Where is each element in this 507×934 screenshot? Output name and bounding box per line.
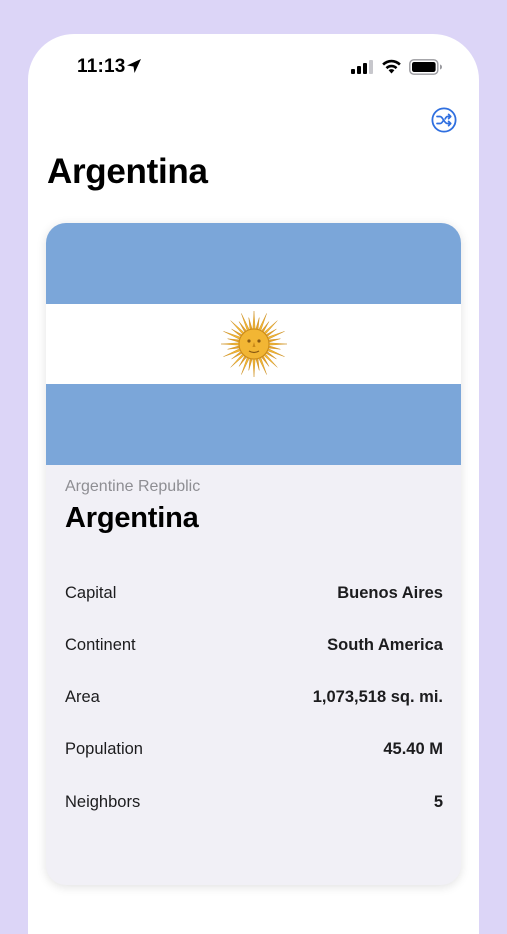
sun-ray: [267, 345, 281, 350]
info-label: Capital: [65, 584, 117, 602]
info-row-area: Area 1,073,518 sq. mi.: [65, 688, 443, 712]
shuffle-icon: [436, 113, 452, 127]
shuffle-button[interactable]: [431, 107, 457, 133]
info-label: Continent: [65, 636, 136, 654]
sun-ray: [255, 317, 260, 331]
country-flag: [46, 223, 461, 465]
info-value: 45.40 M: [383, 740, 443, 758]
sun-ray: [267, 338, 281, 343]
info-value: 5: [433, 793, 443, 811]
sun-ray: [252, 357, 256, 378]
sun-ray: [257, 356, 267, 375]
page-title: Argentina: [47, 152, 208, 191]
sun-ray: [257, 313, 267, 332]
info-row-population: Population 45.40 M: [65, 740, 443, 764]
status-time: 11:13: [77, 56, 126, 77]
info-row-continent: Continent South America: [65, 636, 443, 660]
info-label: Area: [65, 688, 100, 706]
flag-band-top: [46, 223, 461, 304]
sun-ray: [248, 317, 253, 331]
sun-ray: [223, 331, 242, 341]
sun-ray: [241, 313, 251, 332]
official-country-name: Argentine Republic: [65, 478, 201, 495]
info-label: Neighbors: [65, 793, 141, 811]
info-value: Buenos Aires: [337, 584, 443, 602]
info-row-neighbors: Neighbors 5: [65, 793, 443, 817]
phone-screen: 11:13 Argentina Argentine Republic Argen…: [28, 34, 479, 934]
info-value: 1,073,518 sq. mi.: [312, 688, 443, 706]
sun-ray: [227, 338, 241, 343]
country-card[interactable]: Argentine Republic Argentina Capital Bue…: [46, 223, 461, 885]
info-label: Population: [65, 740, 143, 758]
sun-ray: [248, 357, 253, 371]
wifi-icon: [382, 59, 401, 74]
sun-ray: [267, 342, 288, 346]
sun-ray: [223, 347, 242, 357]
sun-ray: [266, 331, 285, 341]
sun-of-may-icon: [220, 310, 288, 378]
sun-ray: [227, 345, 241, 350]
sun-ray: [255, 357, 260, 371]
battery-icon: [409, 59, 442, 75]
sun-ray: [241, 356, 251, 375]
common-country-name: Argentina: [65, 502, 199, 534]
location-arrow-icon: [127, 59, 141, 73]
sun-ray: [252, 310, 256, 331]
info-row-capital: Capital Buenos Aires: [65, 584, 443, 608]
status-bar: 11:13: [28, 34, 479, 100]
info-value: South America: [327, 636, 443, 654]
sun-ray: [266, 347, 285, 357]
cellular-signal-icon: [351, 60, 373, 74]
sun-ray: [220, 342, 241, 346]
flag-band-bottom: [46, 384, 461, 465]
